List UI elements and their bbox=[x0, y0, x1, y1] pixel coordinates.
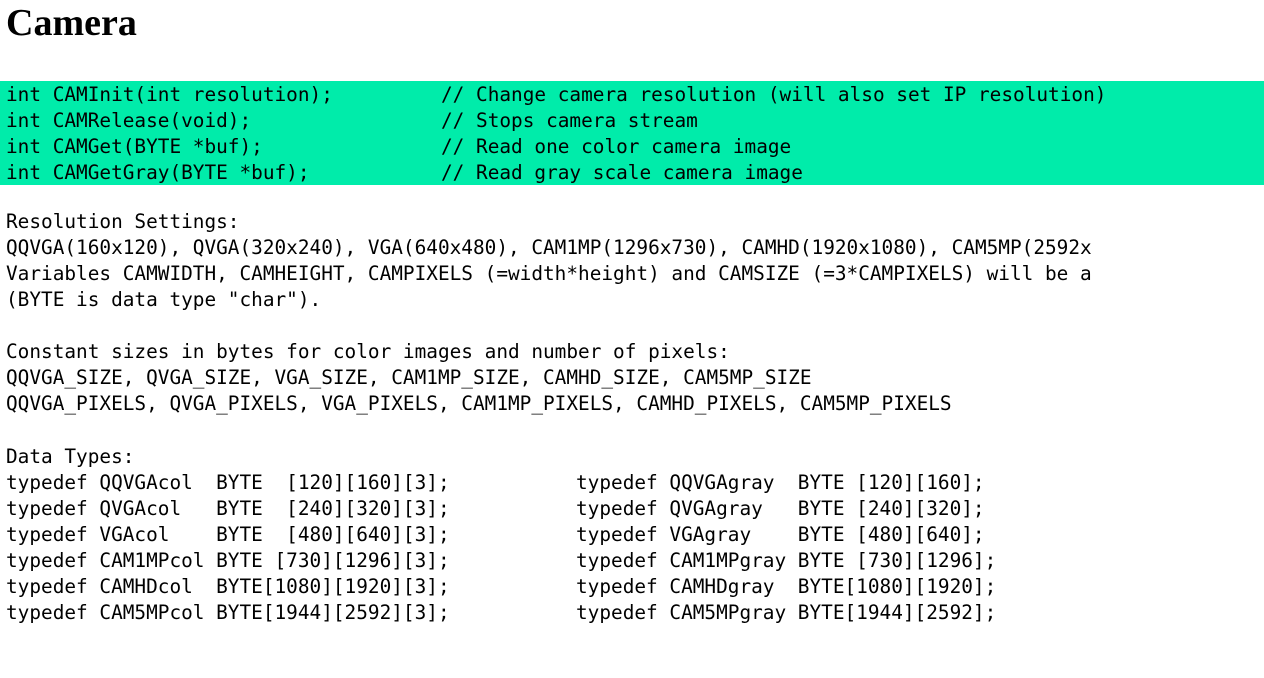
typedef-color: typedef CAMHDcol BYTE[1080][1920][3]; bbox=[6, 575, 450, 598]
api-comment: // Change camera resolution (will also s… bbox=[441, 83, 1107, 106]
typedef-row: typedef CAM5MPcol BYTE[1944][2592][3]; t… bbox=[6, 600, 996, 626]
resolution-line: QQVGA(160x120), QVGA(320x240), VGA(640x4… bbox=[6, 236, 1092, 259]
typedef-row: typedef QVGAcol BYTE [240][320][3]; type… bbox=[6, 496, 985, 522]
typedef-row: typedef CAM1MPcol BYTE [730][1296][3]; t… bbox=[6, 548, 996, 574]
api-row-caminit: int CAMInit(int resolution); // Change c… bbox=[6, 82, 1106, 108]
constants-pixels-line: QQVGA_PIXELS, QVGA_PIXELS, VGA_PIXELS, C… bbox=[6, 392, 952, 415]
api-comment: // Read gray scale camera image bbox=[441, 161, 803, 184]
typedef-gray: typedef CAM1MPgray BYTE [730][1296]; bbox=[576, 549, 997, 572]
api-signature: int CAMGet(BYTE *buf); bbox=[6, 135, 263, 158]
typedef-gray: typedef QVGAgray BYTE [240][320]; bbox=[576, 497, 985, 520]
api-row-camget: int CAMGet(BYTE *buf); // Read one color… bbox=[6, 134, 791, 160]
typedef-gray: typedef CAMHDgray BYTE[1080][1920]; bbox=[576, 575, 997, 598]
resolution-line: (BYTE is data type "char"). bbox=[6, 288, 322, 311]
api-comment: // Read one color camera image bbox=[441, 135, 792, 158]
page-title: Camera bbox=[6, 2, 137, 44]
api-signature: int CAMGetGray(BYTE *buf); bbox=[6, 161, 310, 184]
typedef-row: typedef QQVGAcol BYTE [120][160][3]; typ… bbox=[6, 470, 985, 496]
data-types-heading: Data Types: bbox=[6, 445, 135, 468]
api-comment: // Stops camera stream bbox=[441, 109, 698, 132]
api-signature: int CAMInit(int resolution); bbox=[6, 83, 333, 106]
typedef-color: typedef QQVGAcol BYTE [120][160][3]; bbox=[6, 471, 450, 494]
api-signature: int CAMRelease(void); bbox=[6, 109, 252, 132]
typedef-row: typedef CAMHDcol BYTE[1080][1920][3]; ty… bbox=[6, 574, 996, 600]
resolution-heading: Resolution Settings: bbox=[6, 210, 240, 233]
typedef-color: typedef QVGAcol BYTE [240][320][3]; bbox=[6, 497, 450, 520]
typedef-gray: typedef CAM5MPgray BYTE[1944][2592]; bbox=[576, 601, 997, 624]
constants-heading: Constant sizes in bytes for color images… bbox=[6, 340, 730, 363]
typedef-color: typedef CAM1MPcol BYTE [730][1296][3]; bbox=[6, 549, 450, 572]
api-row-camrelease: int CAMRelease(void); // Stops camera st… bbox=[6, 108, 698, 134]
typedef-gray: typedef VGAgray BYTE [480][640]; bbox=[576, 523, 985, 546]
typedef-gray: typedef QQVGAgray BYTE [120][160]; bbox=[576, 471, 985, 494]
resolution-line: Variables CAMWIDTH, CAMHEIGHT, CAMPIXELS… bbox=[6, 262, 1092, 285]
typedef-color: typedef VGAcol BYTE [480][640][3]; bbox=[6, 523, 450, 546]
typedef-color: typedef CAM5MPcol BYTE[1944][2592][3]; bbox=[6, 601, 450, 624]
constants-size-line: QQVGA_SIZE, QVGA_SIZE, VGA_SIZE, CAM1MP_… bbox=[6, 366, 812, 389]
typedef-row: typedef VGAcol BYTE [480][640][3]; typed… bbox=[6, 522, 985, 548]
api-row-camgetgray: int CAMGetGray(BYTE *buf); // Read gray … bbox=[6, 160, 803, 186]
